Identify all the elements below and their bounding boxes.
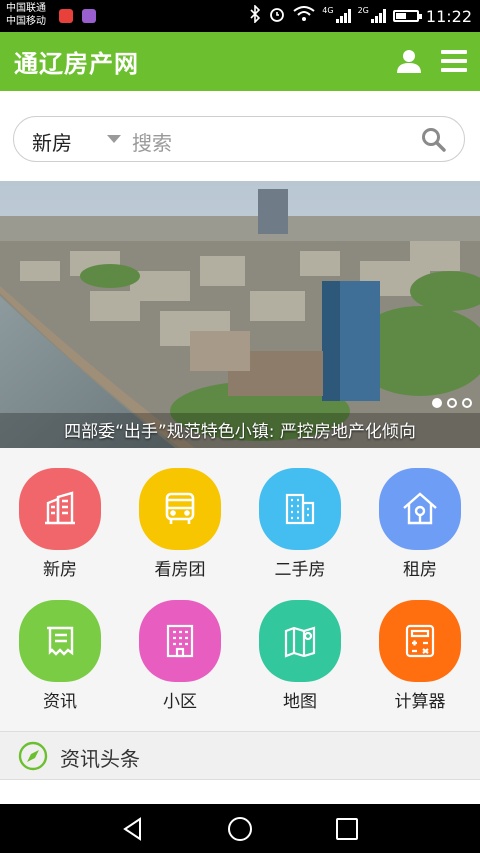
category-label: 小区 [163, 692, 197, 712]
banner-image [0, 181, 480, 448]
category-new-house[interactable]: 新房 [0, 448, 120, 588]
carrier-1: 中国联通 [6, 3, 46, 14]
category-map[interactable]: 地图 [240, 580, 360, 720]
compass-icon [18, 741, 48, 771]
battery-level [395, 13, 406, 19]
network-type-2: 2G [357, 6, 369, 15]
app-header: 通辽房产网 [0, 32, 480, 91]
category-house-tour[interactable]: 看房团 [120, 448, 240, 588]
category-community[interactable]: 小区 [120, 580, 240, 720]
notification-gallery-icon [82, 9, 96, 23]
search-bar[interactable]: 新房 搜索 [13, 116, 465, 162]
user-icon[interactable] [396, 48, 422, 74]
map-icon [259, 600, 341, 682]
category-label: 租房 [403, 560, 437, 580]
site-title[interactable]: 通辽房产网 [14, 44, 139, 79]
menu-icon[interactable] [441, 49, 467, 73]
back-icon[interactable] [120, 816, 146, 842]
building-icon [19, 468, 101, 550]
signal-icon [335, 9, 351, 23]
status-indicators: 4G 2G 11:22 [249, 0, 472, 32]
bluetooth-icon [249, 4, 261, 27]
apartment-icon [259, 468, 341, 550]
carousel-dot-3[interactable] [462, 398, 472, 408]
carousel-dot-1[interactable] [432, 398, 442, 408]
battery-icon [392, 10, 422, 22]
category-label: 资讯 [43, 692, 77, 712]
category-rental[interactable]: 租房 [360, 448, 480, 588]
carousel-dot-2[interactable] [447, 398, 457, 408]
banner-carousel[interactable]: 四部委“出手”规范特色小镇: 严控房地产化倾向 [0, 181, 480, 448]
alarm-icon [268, 5, 286, 27]
banner-caption[interactable]: 四部委“出手”规范特色小镇: 严控房地产化倾向 [0, 417, 480, 442]
category-label: 看房团 [154, 560, 206, 580]
signal-icon-2 [370, 9, 386, 23]
category-news[interactable]: 资讯 [0, 580, 120, 720]
category-grid: 新房 看房团 二手房 租房 资讯 小区 地图 计算器 [0, 448, 480, 731]
bus-icon [139, 468, 221, 550]
calculator-icon [379, 600, 461, 682]
category-label: 新房 [43, 560, 77, 580]
carrier-info: 中国联通 中国移动 [6, 2, 46, 28]
network-type-1: 4G [322, 6, 334, 15]
recents-icon[interactable] [334, 816, 360, 842]
clock: 11:22 [425, 6, 472, 26]
carousel-indicators[interactable] [432, 398, 472, 408]
news-list [0, 780, 480, 804]
category-label: 地图 [283, 692, 317, 712]
news-section-header: 资讯头条 [0, 731, 480, 780]
house-icon [379, 468, 461, 550]
news-section-title: 资讯头条 [60, 747, 140, 771]
scroll-icon [19, 600, 101, 682]
category-calculator[interactable]: 计算器 [360, 580, 480, 720]
complex-icon [139, 600, 221, 682]
status-bar: 中国联通 中国移动 4G 2G 11:22 [0, 0, 480, 32]
search-type-select[interactable]: 新房 [32, 127, 72, 156]
category-label: 计算器 [394, 692, 446, 712]
notification-app-icon [59, 9, 73, 23]
wifi-icon [293, 6, 315, 26]
system-navigation-bar [0, 804, 480, 853]
chevron-down-icon[interactable] [107, 135, 121, 143]
search-area: 新房 搜索 [0, 91, 480, 181]
search-icon[interactable] [421, 127, 446, 152]
home-icon[interactable] [227, 816, 253, 842]
category-label: 二手房 [274, 560, 326, 580]
search-input[interactable]: 搜索 [132, 127, 172, 156]
carrier-2: 中国移动 [6, 16, 46, 27]
category-second-hand[interactable]: 二手房 [240, 448, 360, 588]
